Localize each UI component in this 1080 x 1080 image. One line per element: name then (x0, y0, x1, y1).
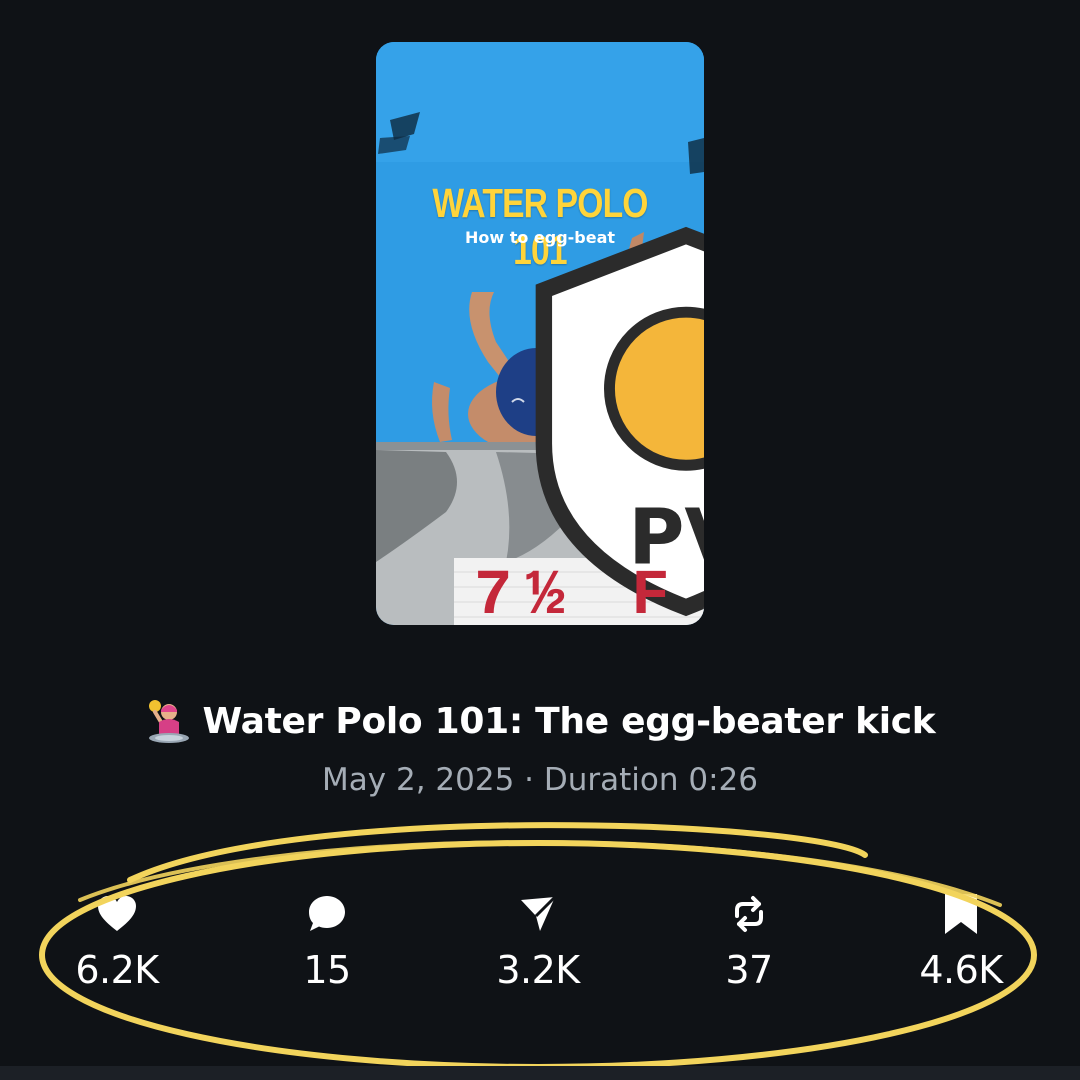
comments-count: 15 (303, 948, 351, 992)
repost-icon (735, 896, 763, 932)
saves-count: 4.6K (919, 948, 1003, 992)
send-icon (521, 895, 557, 931)
reposts-count: 37 (725, 948, 773, 992)
video-title: Water Polo 101: The egg-beater kick (202, 700, 936, 742)
saves-stat[interactable]: 4.6K (871, 890, 1051, 992)
caption: Water Polo 101: The egg-beater kick (0, 698, 1080, 748)
likes-stat[interactable]: 6.2K (27, 890, 207, 992)
video-overlay-subtitle: How to egg-beat (464, 228, 616, 247)
video-thumbnail[interactable]: PV WATER POLO 101 How to egg-beat 7½ F (376, 42, 704, 625)
shares-count: 3.2K (496, 948, 580, 992)
shares-stat[interactable]: 3.2K (448, 890, 628, 992)
video-meta: May 2, 2025 · Duration 0:26 (322, 762, 758, 798)
water-polo-player-icon (148, 700, 189, 743)
heart-icon (98, 896, 136, 931)
video-title-row: Water Polo 101: The egg-beater kick (145, 698, 936, 744)
video-overlay-title: WATER POLO 101 (432, 180, 648, 273)
comments-stat[interactable]: 15 (237, 890, 417, 992)
reposts-stat[interactable]: 37 (659, 890, 839, 992)
engagement-stats: 6.2K 15 3.2K 37 4.6K (0, 890, 1080, 1010)
bottom-divider (0, 1066, 1080, 1080)
comment-icon (309, 896, 345, 931)
likes-count: 6.2K (75, 948, 159, 992)
depth-marker-sign: 7½ F (474, 561, 684, 625)
bookmark-icon (945, 894, 977, 934)
